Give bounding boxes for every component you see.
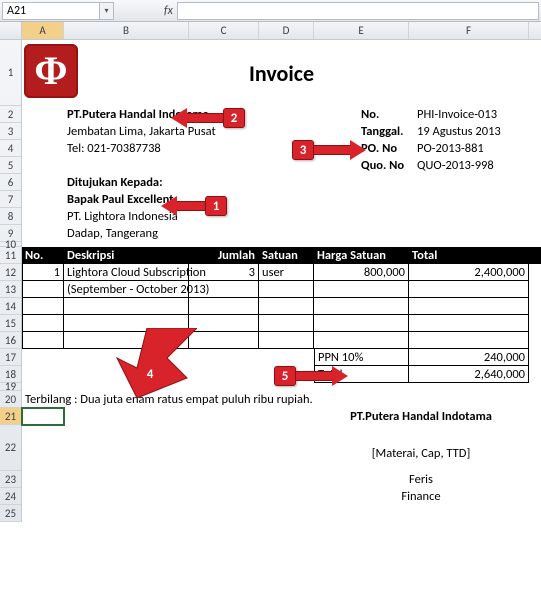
meta-label-no: No. (358, 106, 383, 124)
meta-quo: QUO-2013-998 (414, 157, 498, 175)
cell-grid[interactable]: Φ Invoice PT.Putera Handal Indotama No. … (22, 40, 541, 522)
table-row: 1 Lightora Cloud Subscription 3 user 800… (22, 264, 541, 281)
sign-company: PT.Putera Handal Indotama (314, 408, 529, 426)
terbilang: Terbilang : Dua juta enam ratus empat pu… (22, 391, 522, 408)
row-header[interactable]: 20 (0, 391, 21, 408)
meta-label-tanggal: Tanggal. (358, 123, 407, 141)
formula-bar: A21 ▾ fx (0, 0, 541, 22)
table-row (22, 332, 541, 349)
row-header[interactable]: 6 (0, 174, 21, 191)
to-company: PT. Lightora Indonesia (64, 208, 182, 225)
meta-tanggal: 19 Agustus 2013 (414, 123, 505, 141)
col-header-a[interactable]: A (22, 22, 64, 39)
row-header[interactable]: 1 (0, 40, 21, 106)
row-header[interactable]: 25 (0, 505, 21, 522)
row-header[interactable]: 22 (0, 425, 21, 471)
row-header[interactable]: 11 (0, 247, 21, 264)
to-addr: Dadap, Tangerang (64, 225, 162, 242)
company-name: PT.Putera Handal Indotama (64, 106, 314, 123)
table-row (22, 298, 541, 315)
col-header-e[interactable]: E (314, 22, 409, 39)
row-headers: 1 2 3 4 5 6 7 8 9 10 11 12 13 14 15 16 1… (0, 40, 22, 522)
row-header[interactable]: 3 (0, 123, 21, 140)
table-row (22, 315, 541, 332)
row-header[interactable]: 4 (0, 140, 21, 157)
row-header[interactable]: 24 (0, 488, 21, 505)
to-label: Ditujukan Kepada: (64, 174, 167, 191)
sign-note: [Materai, Cap, TTD] (314, 445, 529, 463)
name-box-dropdown[interactable]: ▾ (100, 2, 114, 20)
formula-input[interactable] (177, 2, 539, 20)
meta-po: PO-2013-881 (414, 140, 488, 158)
table-row: (September - October 2013) (22, 281, 541, 298)
row-header[interactable]: 14 (0, 298, 21, 315)
spreadsheet: A B C D E F 1 2 3 4 5 6 7 8 9 10 11 12 1… (0, 22, 541, 522)
meta-label-quo: Quo. No (358, 157, 408, 175)
fx-label[interactable]: fx (164, 4, 173, 18)
column-headers: A B C D E F (0, 22, 541, 40)
row-header[interactable]: 2 (0, 106, 21, 123)
meta-no: PHI-Invoice-013 (414, 106, 501, 124)
col-header-b[interactable]: B (64, 22, 189, 39)
to-person: Bapak Paul Excellent (64, 191, 178, 208)
row-header[interactable]: 15 (0, 315, 21, 332)
meta-label-po: PO. No (358, 140, 401, 158)
col-header-c[interactable]: C (189, 22, 259, 39)
row-header[interactable]: 16 (0, 332, 21, 349)
active-cell[interactable] (22, 408, 64, 425)
row-header[interactable]: 5 (0, 157, 21, 174)
row-header[interactable]: 13 (0, 281, 21, 298)
sign-role: Finance (314, 488, 529, 506)
row-header[interactable]: 7 (0, 191, 21, 208)
row-header[interactable]: 23 (0, 471, 21, 488)
table-header: No. Deskripsi Jumlah Satuan Harga Satuan… (22, 247, 541, 264)
total-row: Total 2,640,000 (22, 366, 541, 383)
ppn-row: PPN 10% 240,000 (22, 349, 541, 366)
row-header[interactable]: 12 (0, 264, 21, 281)
sign-name: Feris (314, 471, 529, 489)
company-tel: Tel: 021-70387738 (64, 140, 314, 157)
col-header-d[interactable]: D (259, 22, 314, 39)
row-header[interactable]: 19 (0, 383, 21, 391)
row-header[interactable]: 17 (0, 349, 21, 366)
row-header[interactable]: 21 (0, 408, 21, 425)
name-box[interactable]: A21 (2, 2, 100, 20)
invoice-title: Invoice (22, 60, 541, 87)
row-header[interactable]: 8 (0, 208, 21, 225)
company-addr: Jembatan Lima, Jakarta Pusat (64, 123, 314, 140)
select-all-corner[interactable] (0, 22, 22, 39)
col-header-f[interactable]: F (409, 22, 529, 39)
